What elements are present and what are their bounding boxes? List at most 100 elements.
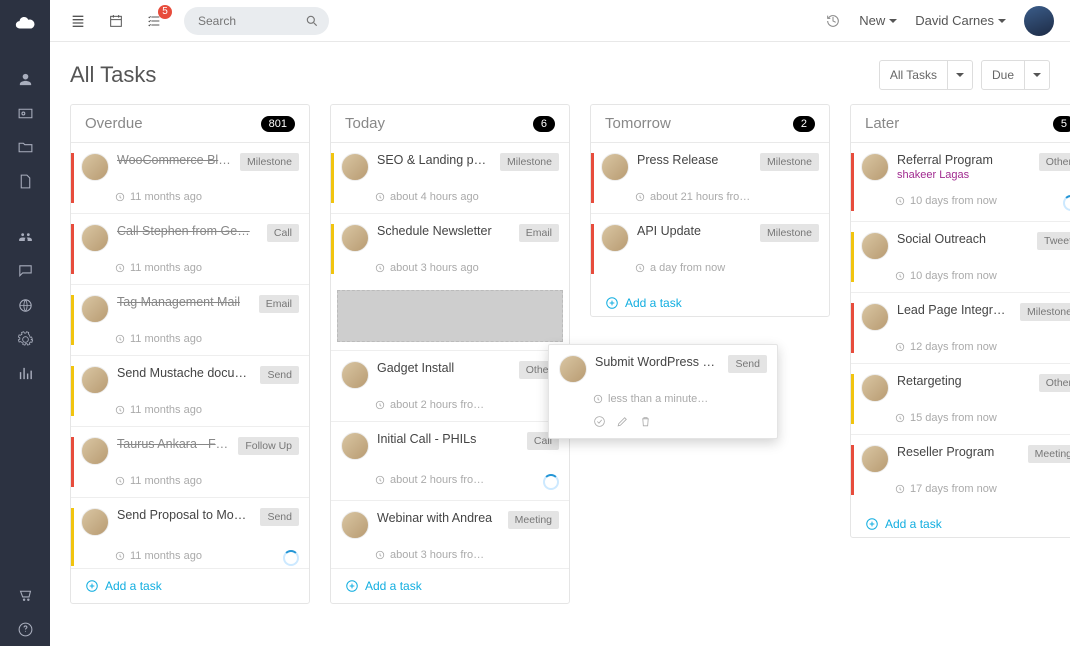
task-card[interactable]: Send Proposal to Mo… Send 11 months ago [71,497,309,568]
priority-accent [851,153,854,211]
card-meta: 15 days from now [895,412,1070,424]
card-meta: 11 months ago [115,191,299,203]
column-count: 6 [533,116,555,132]
avatar [861,445,889,473]
add-task-button[interactable]: Add a task [331,568,569,603]
task-card[interactable]: Schedule Newsletter Email about 3 hours … [331,213,569,284]
filter-all-tasks[interactable]: All Tasks [879,60,973,90]
column-header: Overdue 801 [71,105,309,143]
task-card[interactable]: WooCommerce Blog Milestone 11 months ago [71,143,309,213]
card-tag: Follow Up [238,437,299,455]
card-title: WooCommerce Blog [117,153,232,167]
avatar [81,295,109,323]
card-tag: Meeting [508,511,559,529]
history-icon[interactable] [825,13,841,29]
chat-icon[interactable] [0,254,50,288]
checklist-icon[interactable]: 5 [146,13,162,29]
avatar [601,153,629,181]
globe-icon[interactable] [0,288,50,322]
avatar [81,366,109,394]
card-tag: Milestone [500,153,559,171]
task-card[interactable]: Tag Management Mail Email 11 months ago [71,284,309,355]
task-card[interactable]: Social Outreach Tweet 10 days from now [851,221,1070,292]
card-title: Schedule Newsletter [377,224,511,238]
column-body[interactable]: Press Release Milestone about 21 hours f… [591,143,829,316]
priority-accent [851,445,854,495]
checklist-badge: 5 [158,5,172,19]
add-task-button[interactable]: Add a task [851,505,1070,537]
task-card[interactable]: Retargeting Other 15 days from now [851,363,1070,434]
file-icon[interactable] [0,164,50,198]
card-title: Gadget Install [377,361,511,375]
table-view-icon[interactable] [70,13,86,29]
card-tag: Send [260,508,299,526]
card-tag: Milestone [1020,303,1070,321]
card-meta: 11 months ago [115,546,299,566]
avatar [341,511,369,539]
add-task-button[interactable]: Add a task [591,284,829,316]
task-card[interactable]: API Update Milestone a day from now [591,213,829,284]
caret-icon [947,61,972,89]
avatar [341,432,369,460]
column-body[interactable]: SEO & Landing page Milestone about 4 hou… [331,143,569,568]
avatar [559,355,587,383]
complete-icon[interactable] [593,415,606,428]
card-meta: about 4 hours ago [375,191,559,203]
card-meta: 11 months ago [115,475,299,487]
delete-icon[interactable] [639,415,652,428]
folder-icon[interactable] [0,130,50,164]
search-box [184,7,329,35]
task-card[interactable]: Webinar with Andrea Meeting about 3 hour… [331,500,569,568]
task-card[interactable]: SEO & Landing page Milestone about 4 hou… [331,143,569,213]
money-icon[interactable] [0,96,50,130]
help-icon[interactable] [0,612,50,646]
task-card[interactable]: Initial Call - PHILs Call about 2 hours … [331,421,569,500]
add-task-button[interactable]: Add a task [71,568,309,603]
brand-cloud-icon[interactable] [0,6,50,40]
card-title: Reseller Program [897,445,1020,459]
card-tag: Call [267,224,299,242]
spinner-icon [1063,195,1070,211]
dragging-card[interactable]: Submit WordPress Pl… Send less than a mi… [548,344,778,439]
card-title: Call Stephen from Ge… [117,224,259,238]
task-card[interactable]: Press Release Milestone about 21 hours f… [591,143,829,213]
user-icon[interactable] [0,62,50,96]
column-body[interactable]: Referral Program shakeer Lagas Other 10 … [851,143,1070,537]
column-title: Later [865,115,899,132]
task-card[interactable]: Referral Program shakeer Lagas Other 10 … [851,143,1070,221]
card-title: Submit WordPress Pl… [595,355,720,369]
task-card[interactable]: Lead Page Integration Milestone 12 days … [851,292,1070,363]
edit-icon[interactable] [616,415,629,428]
new-button[interactable]: New [859,13,897,28]
filter-due[interactable]: Due [981,60,1050,90]
card-tag: Email [519,224,559,242]
gear-icon[interactable] [0,322,50,356]
avatar [81,224,109,252]
caret-icon [1024,61,1049,89]
priority-accent [71,508,74,566]
page-title: All Tasks [70,62,156,88]
card-meta: 11 months ago [115,262,299,274]
task-card[interactable]: Send Mustache docu… Send 11 months ago [71,355,309,426]
task-card[interactable]: Call Stephen from Ge… Call 11 months ago [71,213,309,284]
spinner-icon [543,474,559,490]
card-tag: Tweet [1037,232,1070,250]
cart-icon[interactable] [0,578,50,612]
chart-icon[interactable] [0,356,50,390]
card-meta: 10 days from now [895,191,1070,211]
card-title: Lead Page Integration [897,303,1012,317]
avatar[interactable] [1024,6,1054,36]
card-title: Social Outreach [897,232,1029,246]
task-card[interactable]: Gadget Install Other about 2 hours fro… [331,350,569,421]
card-title: Press Release [637,153,752,167]
calendar-icon[interactable] [108,13,124,29]
search-icon[interactable] [305,14,319,28]
card-title: Send Proposal to Mo… [117,508,252,522]
column-body[interactable]: WooCommerce Blog Milestone 11 months ago… [71,143,309,568]
user-name: David Carnes [915,13,994,28]
user-menu[interactable]: David Carnes [915,13,1006,28]
task-card[interactable]: Reseller Program Meeting 17 days from no… [851,434,1070,505]
task-card[interactable]: Taurus Ankara - Foll… Follow Up 11 month… [71,426,309,497]
team-icon[interactable] [0,220,50,254]
drop-placeholder [337,290,563,342]
